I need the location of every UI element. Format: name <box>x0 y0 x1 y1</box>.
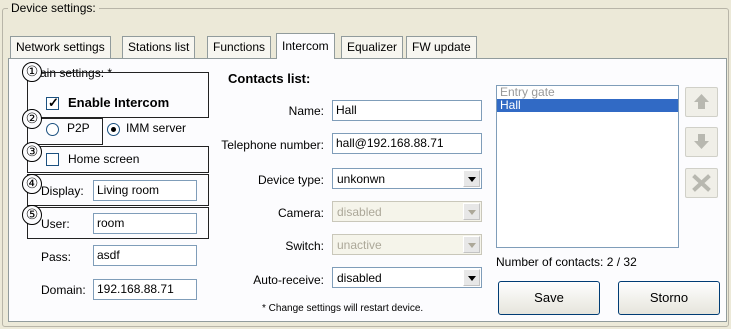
camera-label: Camera: <box>277 206 324 220</box>
chevron-down-icon[interactable] <box>463 269 480 286</box>
domain-field[interactable]: 192.168.88.71 <box>93 279 197 300</box>
camera-value: disabled <box>337 205 382 219</box>
contacts-listbox[interactable]: Entry gate Hall <box>496 85 679 248</box>
annotation-marker-2: ② <box>22 109 42 129</box>
tab-fw-update[interactable]: FW update <box>406 36 477 58</box>
p2p-label: P2P <box>67 121 90 135</box>
camera-select: disabled <box>332 201 482 222</box>
auto-receive-value: disabled <box>337 271 382 285</box>
auto-receive-label: Auto-receive: <box>253 273 324 287</box>
imm-server-radio[interactable] <box>107 123 120 136</box>
user-field[interactable]: room <box>93 213 197 234</box>
save-button[interactable]: Save <box>498 281 600 315</box>
pass-label: Pass: <box>41 250 72 264</box>
tab-intercom[interactable]: Intercom <box>276 33 335 59</box>
imm-server-label: IMM server <box>126 121 186 135</box>
annotation-marker-5: ⑤ <box>22 205 42 225</box>
tab-equalizer[interactable]: Equalizer <box>341 36 404 58</box>
switch-select: unactive <box>332 234 482 255</box>
device-type-select[interactable]: unkonwn <box>332 168 482 189</box>
home-screen-label: Home screen <box>68 152 140 166</box>
main-settings-title: Main settings: * <box>30 66 113 80</box>
contacts-count: Number of contacts: 2 / 32 <box>496 255 637 269</box>
tab-functions[interactable]: Functions <box>207 36 272 58</box>
chevron-down-icon <box>463 236 480 253</box>
annotation-marker-3: ③ <box>22 142 42 162</box>
home-screen-checkbox[interactable] <box>46 153 59 166</box>
device-type-label: Device type: <box>257 173 324 187</box>
storno-button[interactable]: Storno <box>618 281 720 315</box>
tab-stations-list[interactable]: Stations list <box>122 36 196 58</box>
switch-value: unactive <box>337 238 382 252</box>
pass-field[interactable]: asdf <box>93 245 197 266</box>
restart-note: * Change settings will restart device. <box>262 303 424 314</box>
enable-intercom-checkbox[interactable]: ✓ <box>46 95 59 110</box>
name-label: Name: <box>288 104 324 118</box>
annotation-marker-1: ① <box>22 62 42 82</box>
name-field[interactable]: Hall <box>332 100 482 121</box>
domain-label: Domain: <box>41 283 86 297</box>
telephone-number-field[interactable]: hall@192.168.88.71 <box>332 133 482 154</box>
user-label: User: <box>41 217 70 231</box>
list-item[interactable]: Entry gate <box>497 86 678 99</box>
list-item[interactable]: Hall <box>497 99 678 112</box>
delete-button[interactable] <box>685 168 718 198</box>
chevron-down-icon <box>463 203 480 220</box>
display-label: Display: <box>41 184 84 198</box>
move-up-button[interactable] <box>685 87 718 117</box>
p2p-radio[interactable] <box>46 123 59 136</box>
auto-receive-select[interactable]: disabled <box>332 267 482 288</box>
device-settings-title: Device settings: <box>8 1 99 15</box>
device-type-value: unkonwn <box>337 172 386 186</box>
display-field[interactable]: Living room <box>93 180 197 201</box>
switch-label: Switch: <box>285 239 324 253</box>
chevron-down-icon[interactable] <box>463 170 480 187</box>
close-icon <box>692 174 711 192</box>
move-down-button[interactable] <box>685 127 718 157</box>
arrow-up-icon <box>694 94 709 109</box>
tab-network-settings[interactable]: Network settings <box>10 36 111 58</box>
telephone-number-label: Telephone number: <box>221 138 324 152</box>
annotation-marker-4: ④ <box>22 174 42 194</box>
arrow-down-icon <box>694 134 709 149</box>
enable-intercom-label: Enable Intercom <box>68 95 170 110</box>
contacts-list-title: Contacts list: <box>228 71 311 86</box>
